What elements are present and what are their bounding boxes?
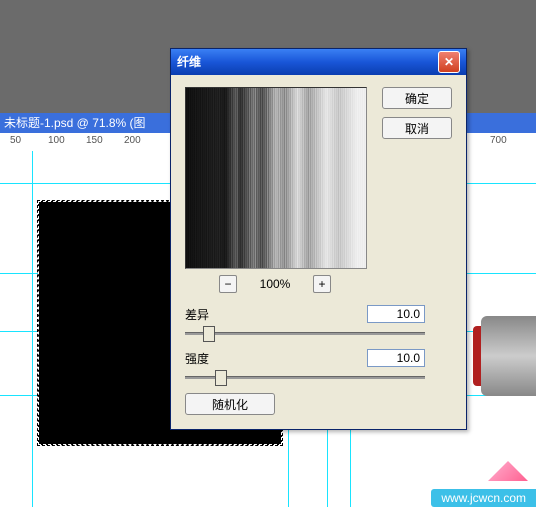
variance-slider[interactable]: [185, 325, 425, 341]
zoom-percent-label: 100%: [255, 277, 295, 291]
canvas-object-cylinder: [481, 316, 536, 396]
zoom-controls: − 100% +: [185, 275, 365, 293]
slider-track: [185, 332, 425, 335]
ruler-tick: 200: [124, 135, 141, 146]
dialog-title: 纤维: [177, 49, 201, 75]
ruler-tick: 100: [48, 135, 65, 146]
zoom-in-button[interactable]: +: [313, 275, 331, 293]
dialog-titlebar[interactable]: 纤维 ✕: [171, 49, 466, 75]
cancel-button[interactable]: 取消: [382, 117, 452, 139]
ruler-tick: 700: [490, 135, 507, 146]
close-icon: ✕: [444, 49, 454, 75]
slider-thumb[interactable]: [215, 370, 227, 386]
slider-thumb[interactable]: [203, 326, 215, 342]
variance-input[interactable]: [367, 305, 425, 323]
ruler-tick: 150: [86, 135, 103, 146]
dialog-body: 确定 取消 − 100% + 差异 强度 随机化: [171, 75, 466, 429]
wing-logo-icon: [488, 461, 528, 481]
close-button[interactable]: ✕: [438, 51, 460, 73]
ruler-tick: 50: [10, 135, 21, 146]
zoom-out-button[interactable]: −: [219, 275, 237, 293]
document-title-text: 未标题-1.psd @ 71.8% (图: [4, 116, 146, 130]
variance-row: 差异: [185, 305, 425, 323]
randomize-row: 随机化: [185, 393, 452, 415]
dialog-side-buttons: 确定 取消: [382, 87, 452, 139]
strength-label: 强度: [185, 350, 209, 367]
randomize-button[interactable]: 随机化: [185, 393, 275, 415]
fibers-dialog: 纤维 ✕ 确定 取消 − 100% + 差异 强度: [170, 48, 467, 430]
strength-slider[interactable]: [185, 369, 425, 385]
guide-vertical[interactable]: [32, 151, 33, 507]
strength-input[interactable]: [367, 349, 425, 367]
watermark-url: www.jcwcn.com: [431, 489, 536, 507]
fibers-preview[interactable]: [185, 87, 367, 269]
ok-button[interactable]: 确定: [382, 87, 452, 109]
strength-row: 强度: [185, 349, 425, 367]
variance-label: 差异: [185, 306, 209, 323]
